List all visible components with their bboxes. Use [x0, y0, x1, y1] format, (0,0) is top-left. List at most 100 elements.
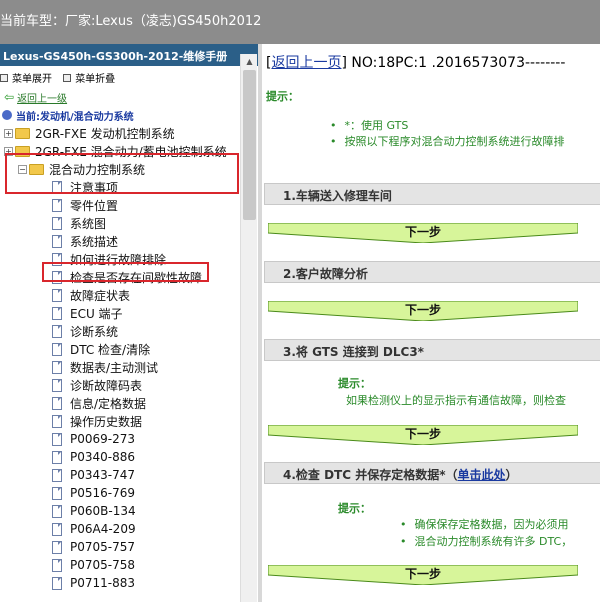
document-icon [52, 468, 62, 482]
title-prefix: 当前车型： [0, 14, 66, 29]
tree-item-label: P0343-747 [70, 468, 136, 482]
document-icon [52, 504, 62, 518]
document-icon [52, 414, 62, 428]
tree-item[interactable]: 故障症状表 [0, 286, 258, 304]
tree-rows: +2GR-FXE 发动机控制系统 +2GR-FXE 混合动力/蓄电池控制系统 − 混合… [0, 124, 258, 592]
tree-item[interactable]: P0340-886 [0, 448, 258, 466]
document-icon [52, 324, 62, 338]
document-icon [52, 558, 62, 572]
scroll-up-icon[interactable]: ▲ [241, 54, 258, 70]
next-button-4[interactable]: 下一步 [268, 565, 578, 585]
step-1-header: 1.车辆送入修理车间 [264, 183, 600, 205]
tree-item-label: 诊断系统 [70, 324, 119, 339]
tree-scrollbar[interactable]: ▲ [240, 54, 257, 602]
document-icon [52, 198, 62, 212]
tree-item[interactable]: P0343-747 [0, 466, 258, 484]
tree-item[interactable]: 操作历史数据 [0, 412, 258, 430]
tree-item[interactable]: +2GR-FXE 发动机控制系统 [0, 124, 258, 142]
tree-item[interactable]: 信息/定格数据 [0, 394, 258, 412]
next-button-2[interactable]: 下一步 [268, 301, 578, 321]
step-4-hint-label: 提示： [338, 502, 371, 515]
tree-item[interactable]: P0069-273 [0, 430, 258, 448]
tree-item-label: P0069-273 [70, 432, 136, 446]
tree-item[interactable]: P060B-134 [0, 502, 258, 520]
tree-item-label: P0516-769 [70, 486, 136, 500]
hint-bullet: 按照以下程序对混合动力控制系统进行故障排 [330, 133, 565, 149]
current-path-label: 当前:发动机/混合动力系统 [16, 111, 134, 123]
tree-item-label: 诊断故障码表 [70, 378, 143, 393]
step-3-hint-label: 提示： [338, 377, 371, 390]
next-button-1[interactable]: 下一步 [268, 223, 578, 243]
back-page-link[interactable]: 返回上一页 [271, 55, 341, 71]
document-icon [52, 522, 62, 536]
document-icon [52, 306, 62, 320]
highlight-hybrid-system [5, 153, 239, 194]
document-icon [52, 432, 62, 446]
step-4-hint-bullet: 混合动力控制系统有许多 DTC， [400, 533, 573, 549]
document-icon [52, 540, 62, 554]
step-3-hint-text: 如果检测仪上的显示指示有通信故障，则检查 [346, 394, 566, 407]
tree-item[interactable]: 系统图 [0, 214, 258, 232]
scroll-thumb[interactable] [243, 70, 256, 220]
step-3-title: 3.将 GTS 连接到 DLC3* [283, 345, 424, 359]
tree-item[interactable]: P06A4-209 [0, 520, 258, 538]
back-up-level-link[interactable]: ⇦ 返回上一级 [0, 88, 258, 106]
document-icon [52, 450, 62, 464]
title-vehicle: 厂家:Lexus（凌志)GS450h2012 [65, 14, 262, 29]
expand-icon [0, 73, 8, 82]
tree-item-label: P060B-134 [70, 504, 136, 518]
step-2-title: 2.客户故障分析 [283, 267, 368, 281]
document-icon [52, 378, 62, 392]
document-icon [52, 396, 62, 410]
expand-menu-button[interactable]: 菜单展开 [0, 70, 52, 85]
next-label: 下一步 [404, 427, 441, 441]
doc-nav-line: [返回上一页] NO:18PC:1 .2016573073-------- [266, 55, 566, 71]
collapse-menu-button[interactable]: 菜单折叠 [63, 70, 115, 85]
title-bar: 当前车型：厂家:Lexus（凌志)GS450h2012 [0, 0, 600, 44]
step-4-suffix: ） [505, 468, 518, 482]
tree-item-label: 零件位置 [70, 198, 119, 213]
tree-item-label: P0711-883 [70, 576, 136, 590]
hint-bullet: *：使用 GTS [330, 117, 409, 133]
document-icon [52, 360, 62, 374]
navigation-tree: ⇦ 返回上一级 当前:发动机/混合动力系统 +2GR-FXE 发动机控制系统 +2… [0, 88, 258, 592]
doc-id: NO:18PC:1 .2016573073-------- [351, 55, 566, 71]
step-3-header: 3.将 GTS 连接到 DLC3* [264, 339, 600, 361]
tree-item[interactable]: P0705-758 [0, 556, 258, 574]
hint-label: 提示： [266, 90, 299, 103]
tree-item[interactable]: DTC 检查/清除 [0, 340, 258, 358]
highlight-troubleshoot [42, 262, 209, 282]
step-4-header: 4.检查 DTC 并保存定格数据*（单击此处） [264, 462, 600, 484]
click-here-link[interactable]: 单击此处 [458, 468, 506, 482]
tree-item[interactable]: 系统描述 [0, 232, 258, 250]
back-up-level-label[interactable]: 返回上一级 [17, 90, 67, 105]
tree-item[interactable]: ECU 端子 [0, 304, 258, 322]
tree-item[interactable]: P0516-769 [0, 484, 258, 502]
tree-item[interactable]: 数据表/主动测试 [0, 358, 258, 376]
tree-item-label: 2GR-FXE 发动机控制系统 [35, 126, 175, 141]
tree-item[interactable]: P0711-883 [0, 574, 258, 592]
current-path: 当前:发动机/混合动力系统 [0, 106, 258, 124]
back-arrow-icon: ⇦ [4, 90, 15, 104]
left-pane: Lexus-GS450h-GS300h-2012-维修手册 菜单展开 菜单折叠 … [0, 44, 258, 602]
document-icon [52, 234, 62, 248]
tree-item[interactable]: P0705-757 [0, 538, 258, 556]
expand-node-icon[interactable]: + [4, 128, 13, 138]
tree-item-label: P0705-758 [70, 558, 136, 572]
document-icon [52, 576, 62, 590]
next-button-3[interactable]: 下一步 [268, 425, 578, 445]
document-icon [52, 486, 62, 500]
tree-item-label: 信息/定格数据 [70, 396, 147, 411]
collapse-icon [63, 73, 72, 82]
document-icon [52, 342, 62, 356]
tree-item[interactable]: 零件位置 [0, 196, 258, 214]
tree-item[interactable]: 诊断故障码表 [0, 376, 258, 394]
manual-header: Lexus-GS450h-GS300h-2012-维修手册 [0, 44, 258, 66]
tree-item[interactable]: 诊断系统 [0, 322, 258, 340]
location-icon [2, 110, 12, 120]
tree-item-label: ECU 端子 [70, 306, 123, 321]
tree-toolbar: 菜单展开 菜单折叠 [0, 66, 258, 88]
folder-icon [15, 127, 30, 139]
tree-item-label: P0340-886 [70, 450, 136, 464]
tree-item-label: 数据表/主动测试 [70, 360, 159, 375]
